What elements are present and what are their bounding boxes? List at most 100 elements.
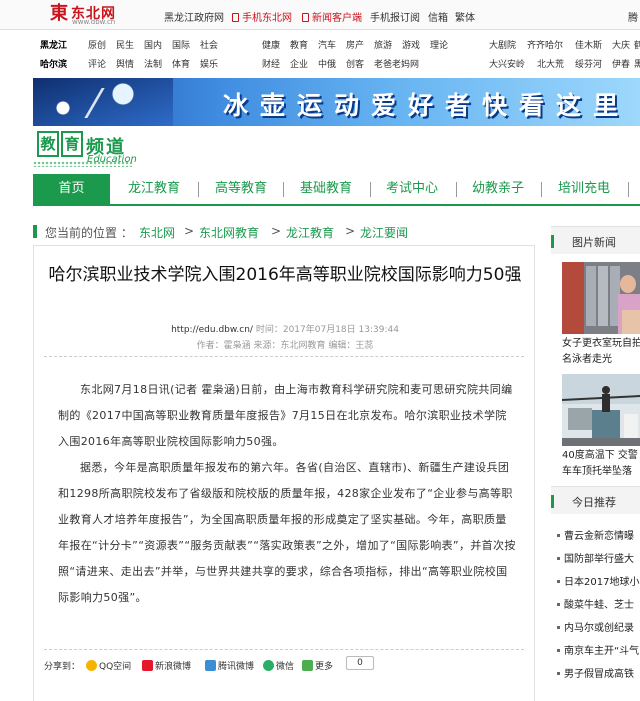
breadcrumb-link[interactable]: 东北网 <box>139 224 175 241</box>
nav-tab[interactable]: 高等教育 <box>206 174 276 204</box>
recommend-item[interactable]: 曹云金新恋情曝 <box>557 527 640 542</box>
article-card: 哈尔滨职业技术学院入围2016年高等职业院校国际影响力50强 http://ed… <box>33 245 535 701</box>
recommend-item[interactable]: 酸菜牛蛙、芝士 <box>557 596 640 611</box>
share-wechat-button[interactable]: 微信 <box>263 659 294 672</box>
photo-caption[interactable]: 女子更衣室玩自拍 <box>562 336 640 352</box>
nav-tab[interactable]: 基础教育 <box>291 174 361 204</box>
photo-news-title: 图片新闻 <box>572 236 616 249</box>
channel-link[interactable]: 国际 <box>172 38 190 51</box>
channel-link[interactable]: 财经 <box>262 57 280 70</box>
channel-link[interactable]: 哈尔滨 <box>40 57 67 70</box>
recommend-item[interactable]: 男子假冒成高铁 <box>557 665 640 680</box>
article-time: 时间：2017年07月18日 13:39:44 <box>255 325 399 335</box>
channel-link[interactable]: 佳木斯 <box>575 38 602 51</box>
top-link-mobile-label: 手机东北网 <box>242 13 292 24</box>
channel-link[interactable]: 黑龙江 <box>40 38 67 51</box>
channel-link[interactable]: 民生 <box>116 38 134 51</box>
channel-link[interactable]: 老爸老妈网 <box>374 57 419 70</box>
channel-link[interactable]: 房产 <box>346 38 364 51</box>
plus-icon <box>302 660 313 671</box>
channel-link[interactable]: 齐齐哈尔 <box>527 38 563 51</box>
channel-link[interactable]: 国内 <box>144 38 162 51</box>
bullet <box>557 534 560 537</box>
breadcrumb: 您当前的位置 ： 东北网 > 东北网教育 > 龙江教育 > 龙江要闻 <box>33 221 553 243</box>
top-link-traditional[interactable]: 繁体 <box>455 9 475 24</box>
breadcrumb-link[interactable]: 龙江教育 <box>286 224 334 241</box>
channel-link[interactable]: 健康 <box>262 38 280 51</box>
nav-divider <box>456 182 457 197</box>
recommend-item[interactable]: 日本2017地球小 <box>557 573 640 588</box>
channel-link[interactable]: 舆情 <box>116 57 134 70</box>
share-wechat-label: 微信 <box>276 662 295 672</box>
decorative-dots <box>33 161 133 167</box>
recommend-item[interactable]: 南京车主开“斗气 <box>557 642 640 657</box>
channel-link[interactable]: 北大荒 <box>537 57 564 70</box>
photo-caption[interactable]: 40度高温下 交警 <box>562 448 640 464</box>
recommend-link: 曹云金新恋情曝 <box>564 531 634 542</box>
channel-link[interactable]: 伊春 <box>612 57 630 70</box>
nav-tab[interactable]: 培训充电 <box>549 174 619 204</box>
share-qzone-button[interactable]: QQ空间 <box>86 659 131 672</box>
share-tencent-weibo-button[interactable]: 腾讯微博 <box>205 659 254 672</box>
nav-tab[interactable]: 龙江教育 <box>119 174 189 204</box>
channel-link[interactable]: 旅游 <box>374 38 392 51</box>
banner-text: 冰壶运动爱好者快看这里 <box>223 91 631 120</box>
recommend-link: 日本2017地球小 <box>564 577 640 588</box>
channel-link[interactable]: 大兴安岭 <box>489 57 525 70</box>
recommend-link: 男子假冒成高铁 <box>564 669 634 680</box>
channel-link[interactable]: 教育 <box>290 38 308 51</box>
today-recommend-title: 今日推荐 <box>572 496 616 509</box>
article-meta: http://edu.dbw.cn/ 时间：2017年07月18日 13:39:… <box>34 322 536 335</box>
top-link-mobile[interactable]: 手机东北网 <box>232 9 292 24</box>
share-more-button[interactable]: 更多 <box>302 659 333 672</box>
photo-caption[interactable]: 车车顶托举坠落 <box>562 464 640 480</box>
photo-news-thumbnail[interactable] <box>562 374 640 446</box>
nav-tab[interactable]: 考试中心 <box>377 174 447 204</box>
tencent-weibo-icon <box>205 660 216 671</box>
article-source-url[interactable]: http://edu.dbw.cn/ <box>171 325 253 335</box>
share-weibo-button[interactable]: 新浪微博 <box>142 659 191 672</box>
photo-caption[interactable]: 名泳者走光 <box>562 352 640 368</box>
recommend-item[interactable]: 内马尔或创纪录 <box>557 619 640 634</box>
top-link-paper[interactable]: 手机报订阅 <box>370 9 420 24</box>
promo-banner[interactable]: 冰壶运动爱好者快看这里 <box>33 78 640 126</box>
top-link-app[interactable]: 新闻客户端 <box>302 9 362 24</box>
channel-link[interactable]: 中俄 <box>318 57 336 70</box>
channel-link[interactable]: 黑 <box>634 57 640 70</box>
channel-link[interactable]: 理论 <box>430 38 448 51</box>
divider <box>44 356 524 357</box>
section-marker <box>551 495 554 508</box>
channel-link[interactable]: 社会 <box>200 38 218 51</box>
channel-link[interactable]: 汽车 <box>318 38 336 51</box>
channel-link[interactable]: 评论 <box>88 57 106 70</box>
street-rescue-photo <box>562 374 640 446</box>
nav-divider <box>198 182 199 197</box>
channel-link[interactable]: 鹤 <box>634 38 640 51</box>
photo-news-thumbnail[interactable] <box>562 262 640 334</box>
channel-link[interactable]: 大庆 <box>612 38 630 51</box>
top-link-mail[interactable]: 信箱 <box>428 9 448 24</box>
nav-divider <box>541 182 542 197</box>
breadcrumb-link[interactable]: 龙江要闻 <box>360 224 408 241</box>
channel-link[interactable]: 娱乐 <box>200 57 218 70</box>
channel-link[interactable]: 企业 <box>290 57 308 70</box>
channel-link[interactable]: 绥芬河 <box>575 57 602 70</box>
channel-link[interactable]: 原创 <box>88 38 106 51</box>
recommend-item[interactable]: 国防部举行盛大 <box>557 550 640 565</box>
channel-link[interactable]: 体育 <box>172 57 190 70</box>
share-more-label: 更多 <box>315 662 334 672</box>
top-link-tencent[interactable]: 腾 <box>628 9 638 24</box>
qzone-icon <box>86 660 97 671</box>
site-logo[interactable]: 東 东北网 www.dbw.cn <box>50 3 130 27</box>
top-link-gov[interactable]: 黑龙江政府网 <box>164 9 224 24</box>
channel-link[interactable]: 法制 <box>144 57 162 70</box>
channel-link[interactable]: 游戏 <box>402 38 420 51</box>
breadcrumb-link[interactable]: 东北网教育 <box>199 224 259 241</box>
article-byline: 作者：霍枭涵 来源：东北网教育 编辑：王蕊 <box>196 341 374 351</box>
channel-link[interactable]: 大剧院 <box>489 38 516 51</box>
nav-tab-home[interactable]: 首页 <box>33 174 110 204</box>
channel-link[interactable]: 创客 <box>346 57 364 70</box>
locker-room-photo <box>562 262 640 334</box>
nav-tab[interactable]: 幼教亲子 <box>463 174 533 204</box>
bullet <box>557 580 560 583</box>
